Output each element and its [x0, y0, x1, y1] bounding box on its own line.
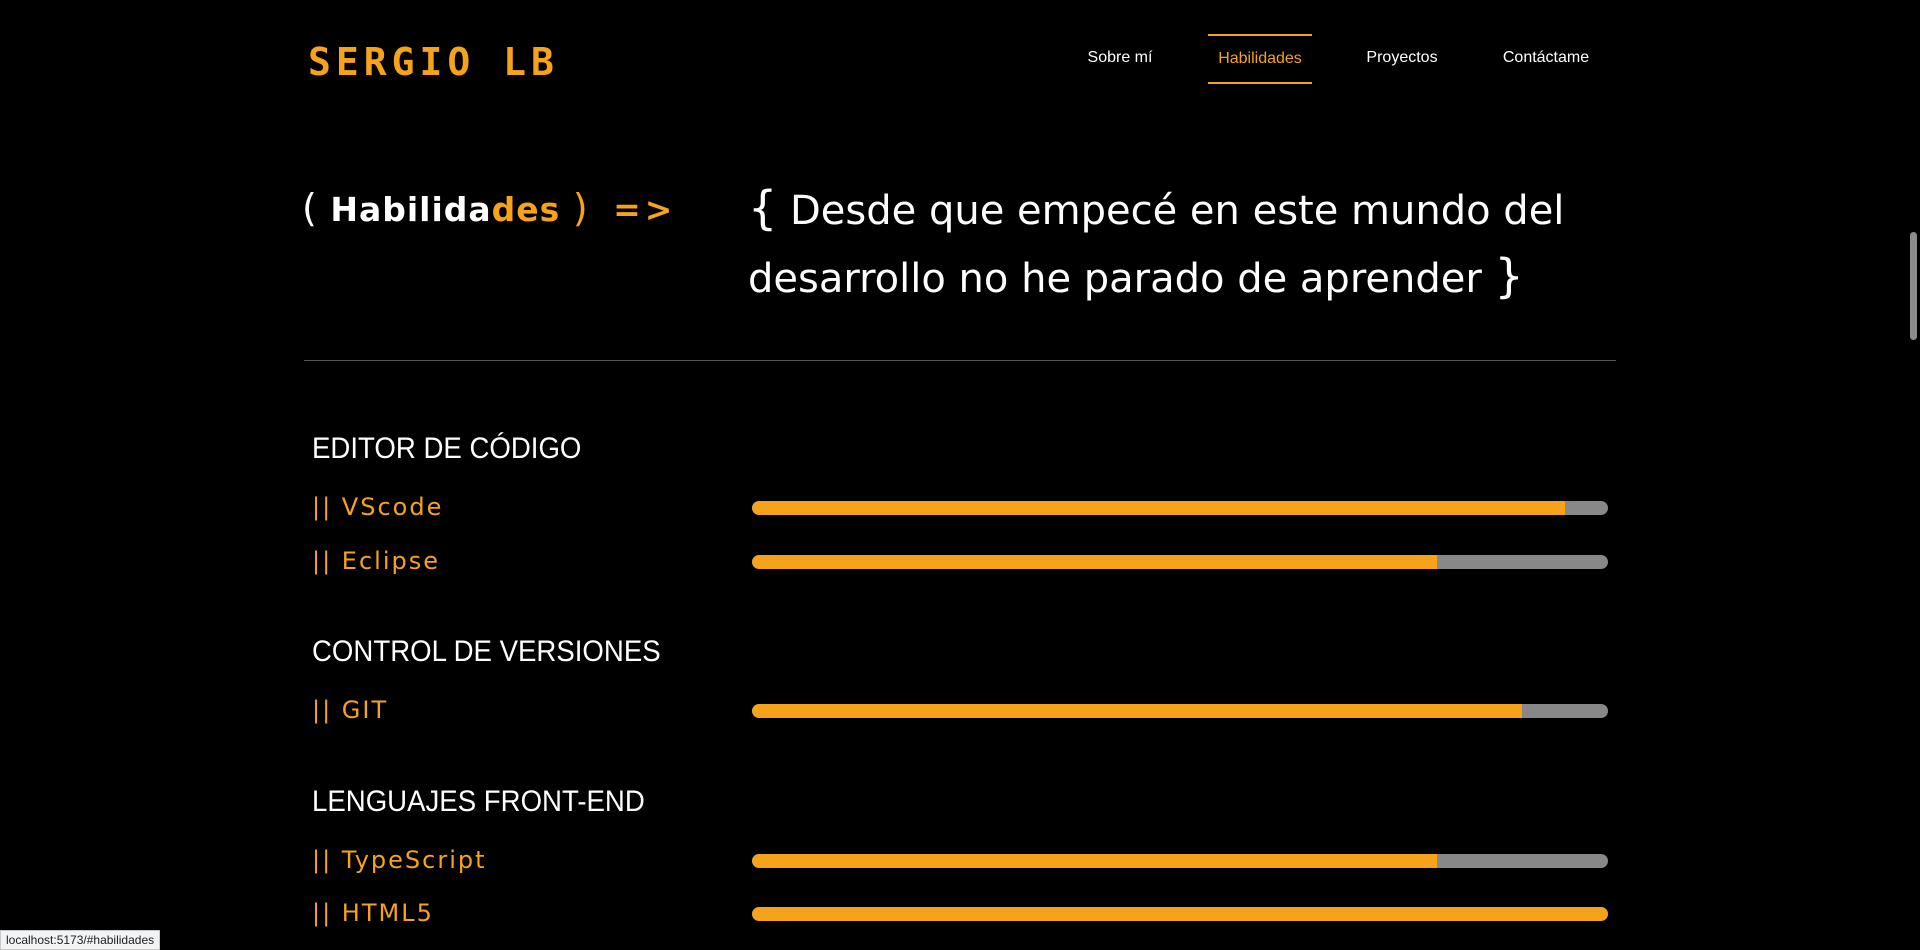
skill-bar-vscode [752, 501, 1608, 515]
skill-name-typescript: || TypeScript [312, 846, 487, 874]
tagline-brace-open: { [748, 181, 778, 235]
skill-bar-fill-git [752, 704, 1523, 718]
skill-bar-typescript [752, 854, 1608, 868]
skill-name-eclipse: || Eclipse [312, 547, 440, 575]
section-tagline: { Desde que empecé en este mundo del des… [748, 176, 1608, 312]
section-divider [304, 360, 1616, 361]
label-arrow: => [613, 190, 677, 229]
section-label-habilidades: ( Habilidades ) => [302, 186, 676, 230]
nav-link-habilidades[interactable]: Habilidades [1208, 34, 1312, 84]
page: SERGIO LB Sobre mí Habilidades Proyectos… [0, 0, 1920, 950]
label-word-orange: des [491, 190, 561, 229]
nav-link-sobre-mi[interactable]: Sobre mí [1080, 34, 1160, 82]
tagline-text: Desde que empecé en este mundo del desar… [748, 188, 1565, 302]
skill-bar-fill-typescript [752, 854, 1437, 868]
skill-name-vscode: || VScode [312, 493, 444, 521]
label-paren-close: ) [572, 186, 589, 230]
nav-link-proyectos[interactable]: Proyectos [1362, 34, 1442, 82]
category-title-editor: EDITOR DE CÓDIGO [312, 432, 582, 465]
site-logo[interactable]: SERGIO LB [308, 40, 559, 84]
page-scrollbar[interactable] [1906, 0, 1920, 950]
category-title-control-versiones: CONTROL DE VERSIONES [312, 635, 661, 668]
skill-bar-fill-eclipse [752, 555, 1437, 569]
label-paren-open: ( [302, 186, 318, 230]
skill-bar-fill-html5 [752, 907, 1608, 921]
label-word-white: Habilida [330, 190, 492, 229]
scrollbar-thumb[interactable] [1910, 232, 1917, 340]
skill-bar-eclipse [752, 555, 1608, 569]
nav-link-contactame[interactable]: Contáctame [1494, 34, 1598, 82]
tagline-brace-close: } [1494, 249, 1524, 303]
skill-bar-fill-vscode [752, 501, 1566, 515]
category-title-frontend: LENGUAJES FRONT-END [312, 785, 645, 818]
skill-bar-html5 [752, 907, 1608, 921]
skill-name-git: || GIT [312, 696, 389, 724]
status-url: localhost:5173/#habilidades [0, 930, 161, 950]
skill-name-html5: || HTML5 [312, 899, 434, 927]
skill-bar-git [752, 704, 1608, 718]
